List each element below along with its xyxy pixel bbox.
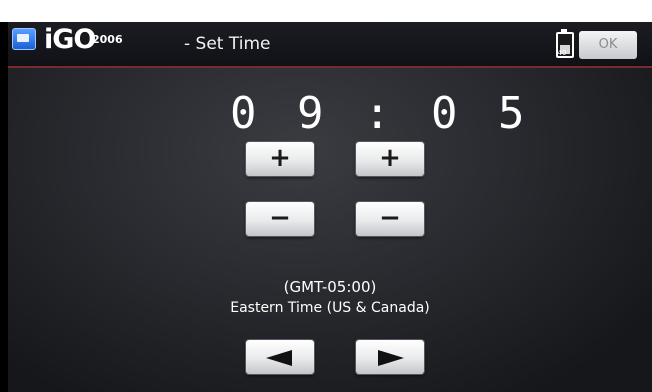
header-bar: iGO 2006 - Set Time 40 OK xyxy=(8,22,652,66)
minutes-value: 0 5 xyxy=(397,88,532,139)
device-screen-frame: iGO 2006 - Set Time 40 OK 0 9 : 0 5 + + … xyxy=(0,22,652,392)
right-arrow-icon xyxy=(378,350,404,366)
minute-increase-button[interactable]: + xyxy=(356,142,424,176)
timezone-previous-button[interactable] xyxy=(246,340,314,374)
timezone-next-button[interactable] xyxy=(356,340,424,374)
time-separator: : xyxy=(363,88,398,139)
hour-decrease-button[interactable]: − xyxy=(246,202,314,236)
minute-decrease-button[interactable]: − xyxy=(356,202,424,236)
time-display: 0 9 : 0 5 xyxy=(230,88,524,139)
page-title: - Set Time xyxy=(184,34,271,54)
hour-increase-button[interactable]: + xyxy=(246,142,314,176)
app-logo-text: iGO xyxy=(44,24,96,55)
hours-value: 0 9 xyxy=(230,88,364,139)
app-logo-year: 2006 xyxy=(92,33,123,46)
set-time-screen: iGO 2006 - Set Time 40 OK 0 9 : 0 5 + + … xyxy=(8,22,652,392)
app-logo-icon xyxy=(12,28,36,50)
ok-button[interactable]: OK xyxy=(579,31,637,59)
timezone-offset: (GMT-05:00) xyxy=(283,278,377,296)
left-arrow-icon xyxy=(266,350,292,366)
timezone-name: Eastern Time (US & Canada) xyxy=(230,300,430,316)
battery-level-label: 40 xyxy=(557,49,567,57)
header-divider xyxy=(8,66,652,68)
